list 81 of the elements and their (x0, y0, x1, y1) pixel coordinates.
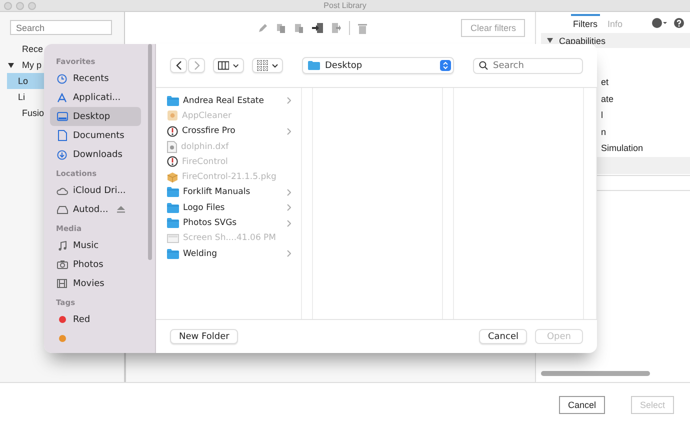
gauge-icon (167, 126, 178, 137)
copy-icon[interactable] (276, 23, 286, 33)
file-row[interactable]: Photos SVGs (167, 215, 297, 231)
clock-icon (57, 74, 67, 84)
download-icon (57, 150, 67, 160)
tree-item[interactable]: Fusio (22, 105, 44, 121)
folder-icon (308, 61, 320, 70)
columns-icon (218, 61, 230, 70)
caret-icon (233, 64, 239, 68)
gauge-icon (167, 156, 178, 168)
image-file-icon (167, 234, 179, 243)
back-button[interactable] (170, 58, 187, 73)
music-note-icon (58, 240, 66, 250)
applications-icon (57, 92, 67, 102)
file-row[interactable]: Andrea Real Estate (167, 93, 297, 108)
eject-icon[interactable] (117, 206, 126, 213)
file-row[interactable]: Welding (167, 246, 297, 262)
filter-item[interactable]: n (601, 126, 606, 137)
folder-icon (167, 248, 179, 259)
disclosure-icon[interactable] (8, 62, 14, 68)
folder-icon (167, 96, 179, 106)
cloud-icon (56, 186, 68, 194)
caret-icon (272, 64, 278, 68)
location-popup[interactable]: Desktop (302, 57, 454, 74)
window-title: Post Library (324, 1, 366, 10)
trash-icon[interactable] (358, 22, 367, 34)
sidebar-item[interactable]: Documents (50, 126, 141, 145)
document-icon (58, 130, 66, 141)
app-icon (167, 110, 178, 122)
tree-item[interactable]: Li (7, 89, 48, 105)
chevron-right-icon (194, 61, 200, 70)
sidebar-item[interactable]: Music (50, 236, 141, 255)
package-icon (167, 172, 178, 183)
filter-item[interactable]: l (601, 110, 603, 120)
search-field[interactable]: Search (473, 58, 583, 74)
close-button[interactable] (4, 2, 12, 10)
dialog-button[interactable]: Cancel (479, 329, 527, 344)
sidebar-item[interactable]: Movies (50, 274, 141, 293)
filter-item[interactable]: Simulation (601, 143, 644, 154)
sidebar-item[interactable]: Red (50, 310, 141, 329)
search-field[interactable]: Search (10, 20, 112, 35)
sidebar-item[interactable]: Desktop (50, 107, 141, 126)
grid-icon (257, 60, 268, 71)
tree-item[interactable]: My p (22, 57, 42, 73)
scroll-bar[interactable] (541, 371, 650, 376)
help-icon[interactable] (674, 18, 684, 28)
import-icon[interactable] (312, 23, 323, 33)
paste-icon[interactable] (294, 23, 304, 33)
drive-icon (56, 206, 68, 214)
desktop-icon (56, 112, 68, 121)
file-row[interactable]: Logo Files (167, 200, 297, 216)
folder-icon (167, 218, 179, 228)
file-row[interactable]: Crossfire Pro (167, 124, 297, 139)
chevron-left-icon (176, 61, 182, 70)
scroll-bar[interactable] (148, 44, 152, 260)
sidebar-item[interactable]: iCloud Dri... (50, 181, 141, 200)
filter-item[interactable]: et (601, 77, 609, 88)
search-icon (479, 61, 488, 70)
section-header[interactable]: Capabilities (541, 33, 690, 48)
stepper-icon (440, 60, 451, 71)
sidebar-item[interactable]: Autod... (50, 200, 141, 219)
folder-icon (167, 187, 179, 198)
filter-item[interactable]: ate (601, 94, 614, 104)
sidebar-item[interactable]: Applicati... (50, 88, 141, 107)
tree-item[interactable]: Rece (22, 41, 44, 57)
new-folder-button[interactable]: New Folder (170, 329, 238, 344)
sidebar-item[interactable]: Recents (50, 69, 141, 88)
document-icon (167, 140, 177, 153)
sidebar-item[interactable]: Photos (50, 255, 141, 274)
sidebar-item[interactable]: Downloads (50, 145, 141, 164)
group-button[interactable] (252, 58, 283, 73)
camera-icon (56, 260, 68, 269)
export-icon[interactable] (331, 23, 341, 33)
folder-icon (167, 202, 179, 213)
view-mode-button[interactable] (213, 58, 244, 73)
film-icon (57, 279, 67, 288)
pencil-icon[interactable] (258, 23, 268, 33)
footer-button[interactable]: Cancel (558, 396, 605, 414)
file-row[interactable]: Forklift Manuals (167, 184, 297, 200)
minimize-button[interactable] (16, 2, 24, 10)
zoom-button[interactable] (28, 2, 36, 10)
